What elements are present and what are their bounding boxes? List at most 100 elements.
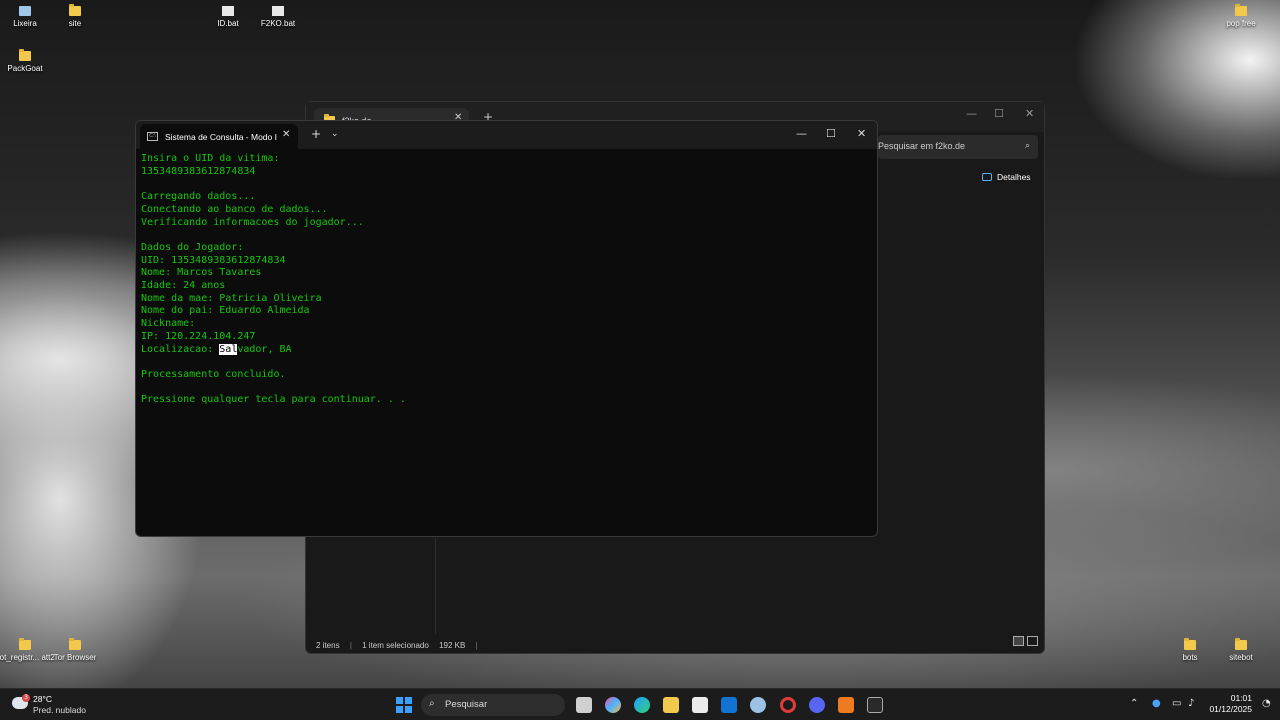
explorer-statusbar: 2 itens | 1 item selecionado 192 KB | (316, 641, 486, 650)
location-label: Localizacao: (141, 343, 220, 355)
desktop-icon-label: ID.bat (217, 19, 239, 28)
edge-icon[interactable] (634, 697, 650, 713)
terminal-tab[interactable]: C:\ Sistema de Consulta - Modo I (140, 124, 298, 149)
desktop-icon-label: PackGoat (7, 64, 43, 73)
folder-icon (1235, 4, 1247, 16)
terminal-output[interactable]: Insira o UID da vitima: 13534893836128748… (136, 149, 877, 407)
start-button[interactable] (396, 697, 412, 713)
search-icon: ⌕ (1024, 140, 1030, 150)
desktop-icon-label: F2KO.bat (260, 19, 296, 28)
terminal-line: 1353489383612874834 (141, 165, 256, 177)
desktop-icon-sitebot[interactable]: sitebot (1211, 638, 1271, 662)
text-selection: Sal (219, 343, 238, 355)
steam-icon[interactable] (750, 697, 766, 713)
location-value: vador, BA (237, 343, 292, 355)
desktop-icon-label: pop free (1226, 19, 1256, 28)
discord-icon[interactable] (809, 697, 825, 713)
terminal-line: Carregando dados... (141, 191, 256, 203)
task-view-icon[interactable] (576, 697, 592, 713)
copilot-icon[interactable] (605, 697, 621, 713)
terminal-icon[interactable] (867, 697, 883, 713)
close-window-icon[interactable]: ✕ (1025, 107, 1034, 120)
terminal-line: Verificando informacoes do jogador... (141, 216, 364, 228)
chevron-down-icon[interactable]: ⌄ (331, 129, 339, 139)
terminal-line: Conectando ao banco de dados... (141, 203, 328, 215)
desktop-icon-label: bots (1182, 653, 1198, 662)
clock[interactable]: 01:01 01/12/2025 (1208, 693, 1252, 715)
terminal-line: IP: 120.224.104.247 (141, 330, 256, 342)
microphone-icon[interactable]: ● (1152, 698, 1161, 709)
terminal-line: Idade: 24 anos (141, 280, 226, 292)
windows-logo-icon (396, 706, 403, 713)
desktop-icon-site[interactable]: site (45, 4, 105, 28)
close-icon[interactable]: ✕ (282, 129, 290, 140)
command-prompt-icon: C:\ (147, 132, 158, 141)
recycle-bin-icon (19, 6, 31, 16)
windows-logo-icon (396, 697, 403, 704)
desktop-icon-tor-browser[interactable]: Tor Browser (45, 638, 105, 662)
batch-file-icon (222, 6, 234, 16)
clock-time: 01:01 (1230, 693, 1252, 703)
desktop-icon-pop-free[interactable]: pop free (1211, 4, 1271, 28)
terminal-line: UID: 1353489383612874834 (141, 254, 286, 266)
maximize-icon[interactable]: ☐ (994, 107, 1004, 120)
minimize-icon[interactable]: — (796, 127, 807, 140)
terminal-line: Nickname: (141, 318, 196, 330)
maximize-icon[interactable]: ☐ (826, 127, 836, 140)
status-divider: | (475, 641, 478, 650)
selected-size: 192 KB (439, 641, 466, 650)
clock-date: 01/12/2025 (1209, 704, 1252, 714)
desktop-icon-f2ko-bat[interactable]: F2KO.bat (248, 6, 308, 28)
folder-icon (1235, 638, 1247, 650)
desktop-icon-label: site (68, 19, 82, 28)
folder-icon (69, 638, 81, 650)
selected-count: 1 item selecionado (362, 641, 429, 650)
status-divider: | (349, 641, 352, 650)
folder-icon (1184, 638, 1196, 650)
terminal-line: Nome: Marcos Tavares (141, 267, 262, 279)
desktop-icon-packgoat[interactable]: PackGoat (0, 49, 55, 73)
terminal-line: Nome da mae: Patricia Oliveira (141, 292, 322, 304)
notification-icon[interactable]: ◔ (1262, 698, 1271, 709)
navigation-pane-divider (435, 538, 436, 634)
store-icon[interactable] (692, 697, 708, 713)
details-view-button[interactable] (1013, 636, 1024, 646)
outlook-icon[interactable] (721, 697, 737, 713)
batch-file-icon (272, 6, 284, 16)
folder-icon (19, 638, 31, 650)
new-tab-icon[interactable]: + (311, 127, 321, 141)
file-explorer-icon[interactable] (663, 697, 679, 713)
network-icon[interactable]: ▭ (1172, 698, 1181, 709)
view-toggle (1010, 631, 1038, 650)
folder-icon (19, 49, 31, 61)
chevron-up-icon[interactable]: ⌃ (1130, 698, 1138, 709)
opera-icon[interactable] (780, 697, 796, 713)
item-count: 2 itens (316, 641, 340, 650)
terminal-titlebar: C:\ Sistema de Consulta - Modo I ✕ + ⌄ —… (136, 121, 877, 149)
terminal-line: Processamento concluido. (141, 368, 286, 380)
terminal-line: Pressione qualquer tecla para continuar.… (141, 394, 406, 406)
terminal-line: Dados do Jogador: (141, 241, 244, 253)
volume-icon[interactable]: ♪ (1188, 698, 1194, 709)
weather-temperature: 28°C (33, 694, 52, 704)
minimize-icon[interactable]: — (966, 107, 977, 120)
tiles-view-button[interactable] (1027, 636, 1038, 646)
taskbar-search[interactable]: ⌕ Pesquisar (421, 694, 565, 716)
explorer-search-input[interactable]: Pesquisar em f2ko.de ⌕ (878, 135, 1038, 159)
folder-icon (69, 4, 81, 16)
terminal-line: Insira o UID da vitima: (141, 153, 280, 164)
details-label: Detalhes (997, 172, 1031, 182)
terminal-tab-title: Sistema de Consulta - Modo I (165, 132, 277, 142)
windows-logo-icon (405, 697, 412, 704)
close-window-icon[interactable]: ✕ (857, 127, 866, 140)
details-button[interactable]: Detalhes (982, 172, 1031, 182)
terminal-window: C:\ Sistema de Consulta - Modo I ✕ + ⌄ —… (135, 120, 878, 537)
terminal-line: Nome do pai: Eduardo Almeida (141, 305, 310, 317)
desktop-icon-label: Tor Browser (53, 653, 97, 662)
app-icon[interactable] (838, 697, 854, 713)
search-placeholder: Pesquisar em f2ko.de (878, 141, 966, 151)
